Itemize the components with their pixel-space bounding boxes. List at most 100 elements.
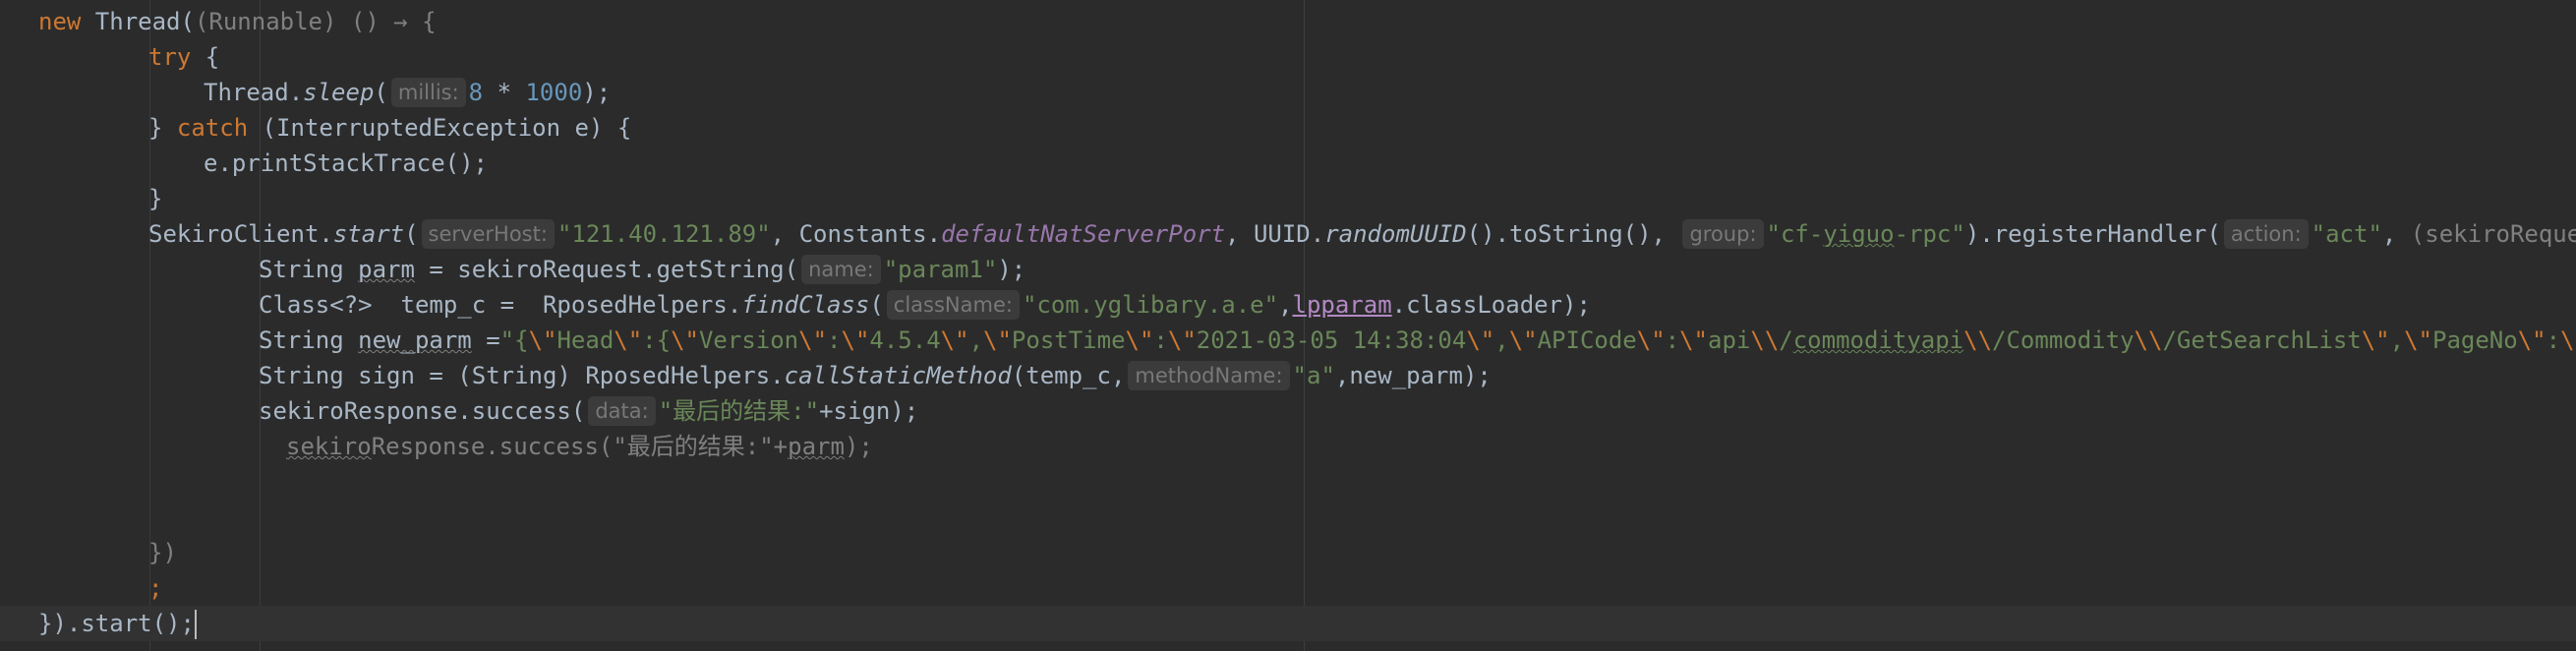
code-token: catch [176,114,249,142]
code-token: \" [2361,326,2390,354]
code-line[interactable]: SekiroClient.start(serverHost: "121.40.12… [0,216,2576,252]
code-token: "121.40.121.89" [556,220,771,248]
code-token: commodityapi [1792,326,1964,354]
code-token: +sign); [819,397,919,425]
code-token: ( [869,291,884,319]
code-token: 8 [468,79,484,106]
code-token: callStaticMethod [784,362,1012,389]
code-line[interactable] [0,464,2576,500]
code-token: 2021-03-05 14:38:04 [1196,326,1467,354]
code-token: (InterruptedException e) { [248,114,632,142]
code-token: sleep [303,79,375,106]
parameter-hint: group: [1682,219,1764,249]
code-token: Version [698,326,799,354]
code-line[interactable]: } catch (InterruptedException e) { [0,110,2576,146]
code-line-content: String parm = sekiroRequest.getString(na… [259,252,1025,287]
code-token: .classLoader); [1391,291,1591,319]
code-token: "act" [2311,220,2382,248]
code-token: \" [1125,326,1154,354]
code-token: : [827,326,842,354]
code-token: -rpc" [1894,220,1965,248]
code-token: }) [148,539,177,566]
code-token: \\ [1963,326,1993,354]
code-token: \" [2404,326,2432,354]
code-line-content: String new_parm ="{\"Head\":{\"Version\"… [259,323,2576,358]
code-line-content: sekiroResponse.success(data: "最后的结果:"+sig… [259,393,918,429]
code-line-content: ; [148,570,162,606]
code-line[interactable]: sekiroResponse.success(data: "最后的结果:"+sig… [0,393,2576,429]
code-token: parm [788,433,845,460]
code-token: ().toString(), [1466,220,1680,248]
code-token: sekiro [286,433,372,460]
code-token: defaultNatServerPort [941,220,1226,248]
code-token: \" [983,326,1012,354]
code-token: \" [2560,326,2576,354]
code-line-content: SekiroClient.start(serverHost: "121.40.12… [148,216,2576,252]
code-token: "com.yglibary.a.e" [1022,291,1279,319]
code-line[interactable]: String sign = (String) RposedHelpers.cal… [0,358,2576,393]
code-token: PageNo [2432,326,2518,354]
code-line-content: Thread.sleep(millis: 8 * 1000); [204,75,611,110]
code-line[interactable]: Thread.sleep(millis: 8 * 1000); [0,75,2576,110]
code-token: Head [556,326,615,354]
code-token: (Runnable) () → { [194,8,437,35]
code-line-content: }) [148,535,177,570]
code-line-content: try { [148,39,219,75]
code-line[interactable]: Class<?> temp_c = RposedHelpers.findClas… [0,287,2576,323]
code-token: \" [1466,326,1495,354]
code-line[interactable] [0,500,2576,535]
code-line[interactable]: ; [0,570,2576,606]
parameter-hint: serverHost: [421,219,555,249]
code-line-content: new Thread((Runnable) () → { [38,4,437,39]
code-line[interactable]: }).start(); [0,606,2576,641]
code-token: / [1779,326,1793,354]
code-token: new [38,8,82,35]
code-line[interactable]: try { [0,39,2576,75]
code-token: \" [841,326,870,354]
code-line[interactable]: e.printStackTrace(); [0,146,2576,181]
parameter-hint: methodName: [1128,361,1290,390]
code-token: } [148,185,163,212]
code-token: findClass [741,291,870,319]
code-line[interactable]: String new_parm ="{\"Head\":{\"Version\"… [0,323,2576,358]
code-line-content: Class<?> temp_c = RposedHelpers.findClas… [259,287,1591,323]
code-token: "最后的结果:" [658,397,820,425]
code-editor[interactable]: new Thread((Runnable) () → {try {Thread.… [0,0,2576,651]
parameter-hint: className: [886,290,1020,320]
code-token: yiguo [1823,220,1895,248]
code-token: SekiroClient. [148,220,333,248]
code-token: ( [374,79,388,106]
code-token: randomUUID [1324,220,1467,248]
code-line[interactable]: new Thread((Runnable) () → { [0,4,2576,39]
code-line[interactable]: String parm = sekiroRequest.getString(na… [0,252,2576,287]
code-line[interactable]: } [0,181,2576,216]
code-token: \" [798,326,828,354]
code-token: Thread. [204,79,304,106]
code-token: ); [844,433,873,460]
code-token: \" [528,326,557,354]
code-line[interactable]: }) [0,535,2576,570]
code-token: "cf- [1766,220,1824,248]
code-token: sekiroResponse.success( [259,397,586,425]
code-token: /GetSearchList [2162,326,2362,354]
code-token: 1000 [525,79,583,106]
parameter-hint: data: [588,396,656,426]
code-token: , [2389,326,2405,354]
code-token: "param1" [883,256,998,283]
code-line-content: String sign = (String) RposedHelpers.cal… [259,358,1492,393]
code-token: : [2546,326,2561,354]
code-token: : [1665,326,1680,354]
code-token: parm [358,256,415,283]
code-token: \" [2517,326,2547,354]
code-token: , [2381,220,2411,248]
code-token: APICode [1537,326,1637,354]
code-token: } [148,114,177,142]
code-token: ( [404,220,419,248]
code-token: :{ [642,326,672,354]
code-token: try [148,43,192,71]
code-line[interactable]: sekiroResponse.success("最后的结果:"+parm); [0,429,2576,464]
code-token: = [471,326,500,354]
code-token: (temp_c, [1011,362,1126,389]
code-token: \" [1167,326,1197,354]
code-line-content: }).start(); [38,606,197,641]
